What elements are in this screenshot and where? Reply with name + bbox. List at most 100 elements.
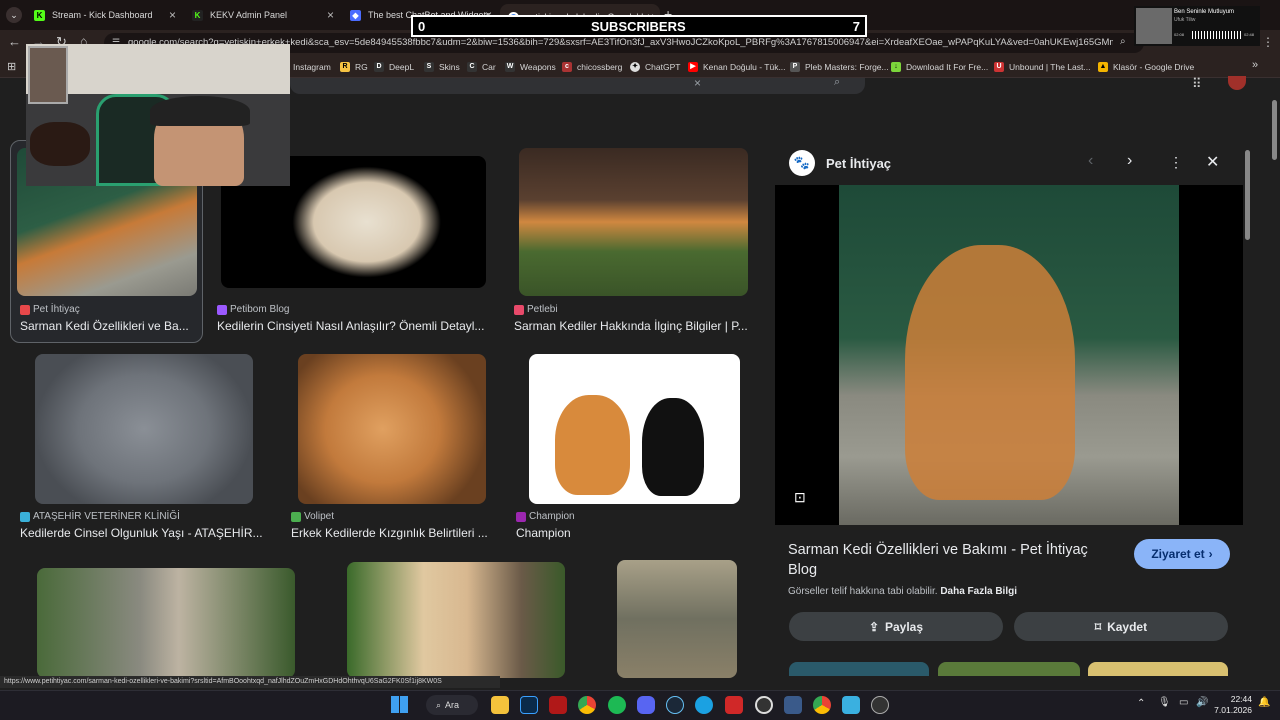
app-red-icon[interactable] bbox=[725, 696, 743, 714]
media-player-icon[interactable] bbox=[871, 696, 889, 714]
clock-date[interactable]: 7.01.2026 bbox=[1207, 705, 1252, 715]
bookmark-rg[interactable]: R RG bbox=[340, 60, 368, 74]
menu-icon[interactable]: ⋮ bbox=[1262, 35, 1274, 49]
drive-icon: ▲ bbox=[1098, 62, 1108, 72]
bookmark-unbound[interactable]: U Unbound | The Last... bbox=[994, 60, 1090, 74]
webcam-overlay bbox=[26, 44, 290, 186]
tab-kick-dashboard[interactable]: K Stream - Kick Dashboard × bbox=[26, 4, 182, 26]
bookmark-weapons[interactable]: W Weapons bbox=[505, 60, 556, 74]
panel-scrollbar[interactable] bbox=[1245, 150, 1250, 240]
tab-kekv-admin[interactable]: K KEKV Admin Panel × bbox=[184, 4, 340, 26]
clock-time[interactable]: 22:44 bbox=[1222, 694, 1252, 704]
close-icon[interactable]: ✕ bbox=[1206, 152, 1219, 172]
bookmark-chicossberg[interactable]: c chicossberg bbox=[562, 60, 622, 74]
result-image[interactable] bbox=[519, 148, 748, 296]
related-thumb[interactable] bbox=[938, 662, 1080, 676]
panel-source[interactable]: Pet İhtiyaç bbox=[826, 156, 891, 171]
back-icon[interactable]: ← bbox=[8, 34, 21, 49]
share-icon: ⇪ bbox=[868, 619, 879, 634]
bookmark-kenan[interactable]: ▶ Kenan Doğulu - Tük... bbox=[688, 60, 786, 74]
waveform bbox=[1192, 31, 1242, 39]
orange-cat-shape bbox=[555, 395, 630, 495]
spotify-icon[interactable] bbox=[608, 696, 626, 714]
result-title[interactable]: Kedilerin Cinsiyeti Nasıl Anlaşılır? Öne… bbox=[217, 319, 492, 333]
result-source: Petlebi bbox=[514, 304, 558, 315]
bookmark-pleb[interactable]: P Pleb Masters: Forge... bbox=[790, 60, 889, 74]
microphone-icon[interactable]: 🎙 bbox=[1158, 697, 1171, 708]
photoshop-icon[interactable] bbox=[520, 696, 538, 714]
visit-label: Ziyaret et bbox=[1151, 547, 1205, 561]
panel-title[interactable]: Sarman Kedi Özellikleri ve Bakımı - Pet … bbox=[788, 540, 1108, 580]
prev-icon[interactable]: ‹ bbox=[1088, 152, 1093, 170]
related-thumb[interactable] bbox=[789, 662, 929, 676]
result-image[interactable] bbox=[617, 560, 737, 678]
bookmark-drive[interactable]: ▲ Klasör - Google Drive bbox=[1098, 60, 1194, 74]
rg-icon: R bbox=[340, 62, 350, 72]
taskbar-search[interactable]: ⌕ Ara bbox=[426, 695, 478, 715]
close-icon[interactable]: × bbox=[327, 8, 334, 22]
result-title[interactable]: Sarman Kediler Hakkında İlginç Bilgiler … bbox=[514, 319, 754, 333]
app-diamond-icon[interactable] bbox=[784, 696, 802, 714]
filezilla-icon[interactable] bbox=[549, 696, 567, 714]
result-title[interactable]: Champion bbox=[516, 526, 746, 540]
result-image[interactable] bbox=[35, 354, 253, 504]
result-title[interactable]: Kedilerde Cinsel Olgunluk Yaşı - ATAŞEHİ… bbox=[20, 526, 270, 540]
tray-chevron-icon[interactable]: ⌃ bbox=[1137, 698, 1145, 709]
bookmark-instagram[interactable]: Instagram bbox=[293, 60, 331, 74]
bookmark-chatgpt[interactable]: ✦ ChatGPT bbox=[630, 60, 680, 74]
chicossberg-icon: c bbox=[562, 62, 572, 72]
result-source: ATAŞEHİR VETERİNER KLİNİĞİ bbox=[20, 511, 180, 522]
network-icon[interactable]: ▭ bbox=[1179, 697, 1188, 708]
google-apps-icon[interactable]: ⠿ bbox=[1192, 76, 1202, 92]
apps-icon[interactable]: ⊞ bbox=[7, 60, 16, 73]
clear-icon[interactable]: × bbox=[694, 76, 701, 90]
more-options-icon[interactable]: ⋮ bbox=[1169, 154, 1183, 171]
petlebi-icon bbox=[514, 304, 524, 315]
bookmark-deepl[interactable]: D DeepL bbox=[374, 60, 414, 74]
search-icon[interactable]: ⌕ bbox=[834, 76, 840, 89]
bookmark-download[interactable]: ↓ Download It For Fre... bbox=[891, 60, 988, 74]
webcam-plush bbox=[30, 122, 90, 166]
zoom-icon[interactable]: ⌕ bbox=[1120, 36, 1126, 47]
obs-icon[interactable] bbox=[755, 696, 773, 714]
subs-left-count: 0 bbox=[418, 19, 426, 34]
tab-label: Stream - Kick Dashboard bbox=[52, 10, 153, 20]
page-scrollbar[interactable] bbox=[1272, 100, 1277, 160]
steam-icon[interactable] bbox=[666, 696, 684, 714]
search-icon: ⌕ bbox=[436, 699, 442, 710]
unbound-icon: U bbox=[994, 62, 1004, 72]
skins-icon: S bbox=[424, 62, 434, 72]
discord-icon[interactable] bbox=[637, 696, 655, 714]
share-button[interactable]: ⇪ Paylaş bbox=[789, 612, 1003, 641]
search-box[interactable] bbox=[290, 78, 865, 94]
result-title[interactable]: Erkek Kedilerde Kızgınlık Belirtileri ..… bbox=[291, 526, 496, 540]
copyright-note: Görseller telif hakkına tabi olabilir. D… bbox=[788, 586, 1017, 597]
chrome-icon[interactable] bbox=[578, 696, 596, 714]
result-title[interactable]: Sarman Kedi Özellikleri ve Ba... bbox=[20, 319, 198, 333]
atasehir-icon bbox=[20, 511, 30, 522]
save-button[interactable]: ⌑ Kaydet bbox=[1014, 612, 1228, 641]
edge-icon[interactable] bbox=[695, 696, 713, 714]
notepad-icon[interactable] bbox=[842, 696, 860, 714]
tab-list-icon[interactable]: ⌄ bbox=[6, 7, 22, 23]
chrome-active-icon[interactable] bbox=[813, 696, 831, 714]
notifications-icon[interactable]: 🔔 bbox=[1258, 697, 1270, 708]
result-image[interactable] bbox=[347, 562, 565, 678]
more-info-link[interactable]: Daha Fazla Bilgi bbox=[940, 586, 1017, 597]
download-icon: ↓ bbox=[891, 62, 901, 72]
bookmark-skins[interactable]: S Skins bbox=[424, 60, 460, 74]
close-icon[interactable]: × bbox=[169, 8, 176, 22]
result-image[interactable] bbox=[37, 568, 295, 678]
file-explorer-icon[interactable] bbox=[491, 696, 509, 714]
visit-button[interactable]: Ziyaret et › bbox=[1134, 539, 1230, 569]
kekv-icon: K bbox=[192, 9, 203, 21]
bookmark-car[interactable]: C Car bbox=[467, 60, 496, 74]
related-thumb[interactable] bbox=[1088, 662, 1228, 676]
bookmarks-more-icon[interactable]: » bbox=[1252, 59, 1258, 71]
lens-icon[interactable]: ⊡ bbox=[794, 489, 806, 506]
result-source: Volipet bbox=[291, 511, 334, 522]
source-logo: 🐾 bbox=[789, 150, 815, 176]
result-image[interactable] bbox=[298, 354, 486, 504]
windows-start-icon[interactable] bbox=[391, 696, 408, 713]
next-icon[interactable]: › bbox=[1127, 152, 1132, 170]
